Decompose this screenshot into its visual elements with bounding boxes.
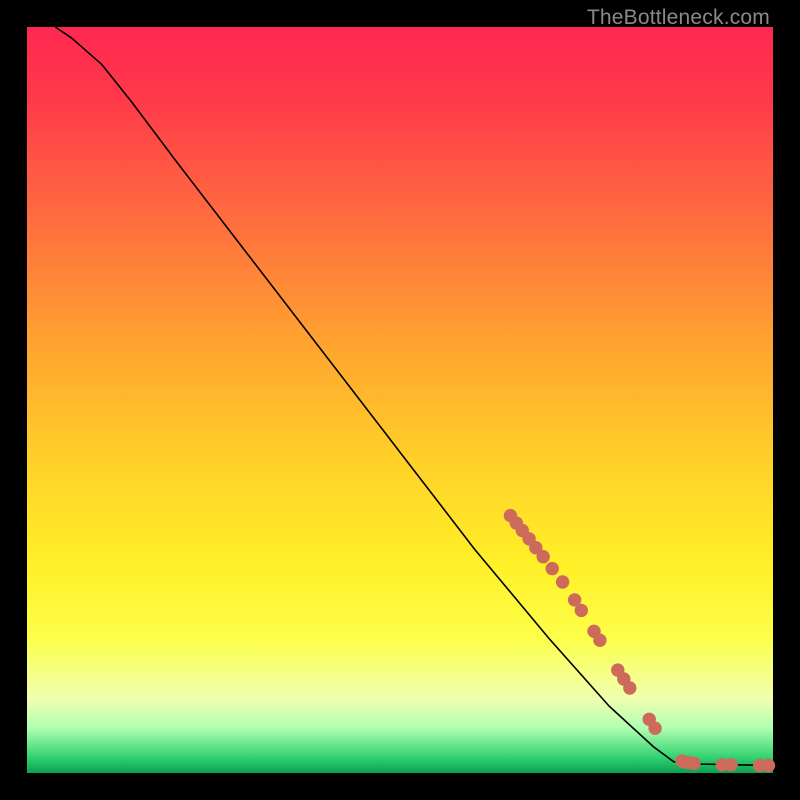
chart-frame: TheBottleneck.com [0, 0, 800, 800]
data-dot [556, 576, 568, 588]
watermark-text: TheBottleneck.com [587, 6, 770, 30]
data-dot [594, 634, 606, 646]
data-dot [575, 604, 587, 616]
data-dot [688, 757, 700, 769]
bottleneck-curve [55, 27, 773, 766]
data-dot [537, 551, 549, 563]
data-dot [624, 682, 636, 694]
data-dot [725, 759, 737, 771]
data-dot [546, 562, 558, 574]
plot-area [27, 27, 773, 773]
data-dots [504, 509, 775, 771]
data-dot [649, 722, 661, 734]
curve-layer [27, 27, 773, 773]
data-dot [762, 759, 774, 771]
